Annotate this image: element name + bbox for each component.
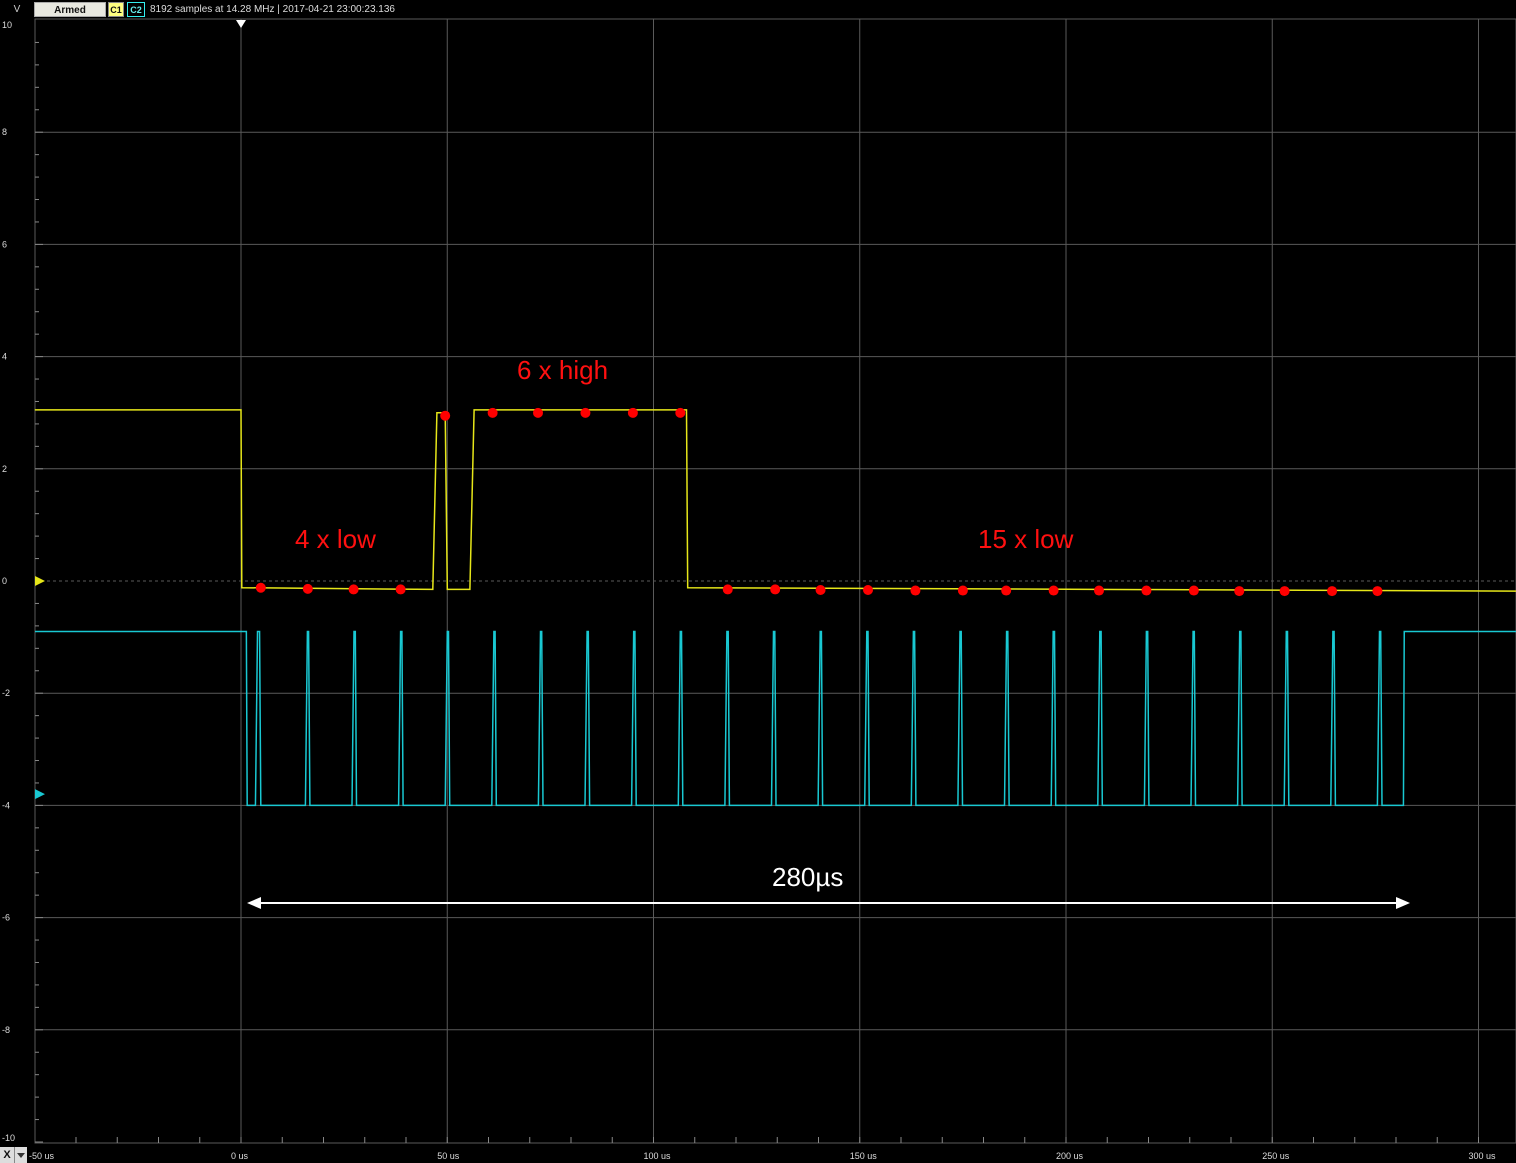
sample-dot xyxy=(302,583,313,594)
y-tick-label: 8 xyxy=(2,127,7,137)
sample-dot xyxy=(1279,586,1290,597)
y-tick-label: 10 xyxy=(2,20,12,30)
sample-dot xyxy=(1372,586,1383,597)
y-tick-label: -8 xyxy=(2,1025,10,1035)
sample-dots xyxy=(255,407,1383,597)
x-tick-label: 150 us xyxy=(850,1151,878,1161)
sample-dot xyxy=(1234,586,1245,597)
channel2-trace xyxy=(35,630,1516,807)
sample-dot xyxy=(1001,585,1012,596)
annotations: 4 x low 6 x high 15 x low 280µs xyxy=(247,355,1410,909)
annotation-15-low: 15 x low xyxy=(978,524,1074,554)
sample-dot xyxy=(1048,585,1059,596)
sample-dot xyxy=(580,407,591,418)
sample-dot xyxy=(910,585,921,596)
y-axis: 10 8 6 4 2 0 -2 -4 -6 -8 -10 xyxy=(2,20,15,1143)
sample-dot xyxy=(395,584,406,595)
annotation-6-high: 6 x high xyxy=(517,355,608,385)
duration-arrow-right-head xyxy=(1396,897,1410,909)
y-tick-label: -10 xyxy=(2,1133,15,1143)
y-tick-label: -4 xyxy=(2,800,10,810)
x-axis-button[interactable]: X xyxy=(0,1147,14,1163)
y-tick-label: 2 xyxy=(2,464,7,474)
y-tick-label: 0 xyxy=(2,576,7,586)
sample-dot xyxy=(1094,585,1104,596)
duration-arrow-left-head xyxy=(247,897,261,909)
sample-dot xyxy=(815,584,826,595)
sample-dot xyxy=(675,407,686,418)
channel2-offset-marker xyxy=(35,789,45,800)
scope-plot[interactable]: 10 8 6 4 2 0 -2 -4 -6 -8 -10 -50 us 0 us 50 us 100 us… xyxy=(0,0,1516,1163)
channel1-offset-marker xyxy=(35,576,45,586)
sample-dot xyxy=(1327,586,1338,597)
sample-dot xyxy=(487,407,498,418)
x-tick-label: 300 us xyxy=(1469,1151,1497,1161)
x-tick-label: -50 us xyxy=(29,1151,55,1161)
sample-dot xyxy=(1188,585,1199,596)
sample-dot xyxy=(440,410,451,421)
x-tick-label: 200 us xyxy=(1056,1151,1084,1161)
duration-label: 280µs xyxy=(772,862,843,892)
annotation-4-low: 4 x low xyxy=(295,524,376,554)
x-tick-label: 50 us xyxy=(437,1151,460,1161)
grid xyxy=(34,18,1516,1144)
channel1-trace xyxy=(34,409,1516,592)
sample-dot xyxy=(533,407,543,418)
sample-dot xyxy=(770,584,781,595)
sample-dot xyxy=(957,585,968,596)
x-axis: -50 us 0 us 50 us 100 us 150 us 200 us 250 us 3… xyxy=(29,1151,1496,1161)
y-tick-label: -2 xyxy=(2,688,10,698)
x-axis-dropdown[interactable] xyxy=(14,1147,27,1163)
x-tick-label: 100 us xyxy=(644,1151,672,1161)
sample-dot xyxy=(1141,585,1152,596)
sample-dot xyxy=(722,584,733,595)
y-tick-label: 4 xyxy=(2,352,7,362)
sample-dot xyxy=(348,584,359,595)
sample-dot xyxy=(627,407,638,418)
sample-dot xyxy=(863,584,873,595)
y-tick-label: 6 xyxy=(2,239,7,249)
y-tick-label: -6 xyxy=(2,913,10,923)
x-tick-label: 250 us xyxy=(1262,1151,1290,1161)
sample-dot xyxy=(255,582,266,593)
trigger-position-marker xyxy=(236,20,246,28)
x-tick-label: 0 us xyxy=(231,1151,249,1161)
